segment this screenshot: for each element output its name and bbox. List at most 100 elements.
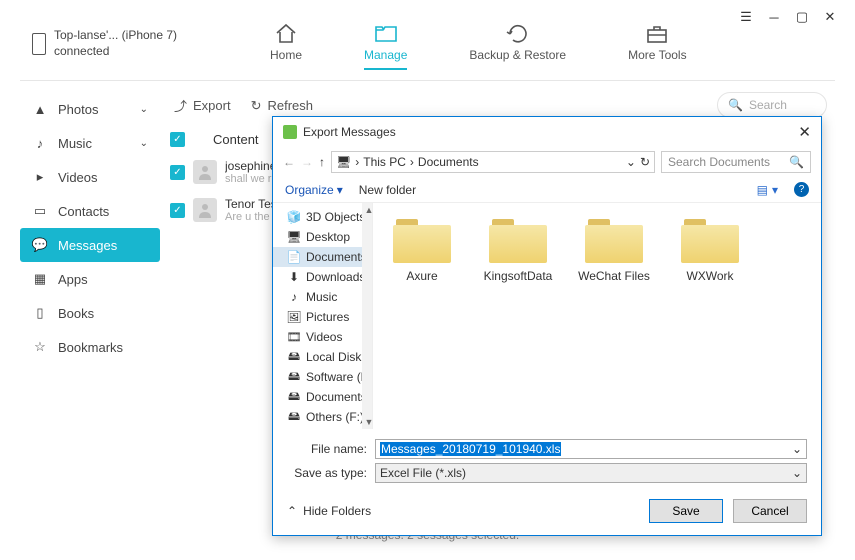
bookmarks-icon: ☆ (32, 339, 48, 355)
filename-label: File name: (287, 442, 367, 456)
filename-input[interactable]: Messages_20180719_101940.xls⌄ (375, 439, 807, 459)
tree-item[interactable]: 🎞Videos (273, 327, 372, 347)
tree-item[interactable]: ⬇Downloads (273, 267, 372, 287)
dialog-close-button[interactable]: ✕ (798, 123, 811, 141)
drive-icon: 🖴 (287, 390, 301, 404)
close-button[interactable]: ✕ (823, 10, 837, 24)
folder-item[interactable]: WeChat Files (575, 219, 653, 283)
device-name: Top-lanse'... (iPhone 7) (54, 28, 177, 44)
dialog-nav: ← → ↑ 🖥 › This PC › Documents ⌄ ↻ Search… (273, 147, 821, 177)
sidebar-item-messages[interactable]: 💬Messages (20, 228, 160, 262)
nav-label: Home (270, 48, 302, 62)
sidebar-item-apps[interactable]: ▦Apps (20, 262, 160, 296)
savetype-select[interactable]: Excel File (*.xls)⌄ (375, 463, 807, 483)
nav-tools[interactable]: More Tools (628, 22, 686, 70)
music-icon: ♪ (32, 135, 48, 151)
maximize-button[interactable]: ▢ (795, 10, 809, 24)
tree-item[interactable]: 🖴Documents (E:) (273, 387, 372, 407)
folder-item[interactable]: Axure (383, 219, 461, 283)
view-options-button[interactable]: ▤ ▾ (757, 183, 778, 197)
sidebar-item-photos[interactable]: ▲Photos⌄ (20, 92, 160, 126)
top-nav: Home Manage Backup & Restore More Tools (270, 22, 687, 70)
nav-forward-button[interactable]: → (301, 155, 313, 169)
nav-label: Backup & Restore (469, 48, 566, 62)
contacts-icon: ▭ (32, 203, 48, 219)
downloads-icon: ⬇ (287, 270, 301, 284)
books-icon: ▯ (32, 305, 48, 321)
chevron-down-icon[interactable]: ⌄ (792, 442, 802, 456)
sidebar-item-music[interactable]: ♪Music⌄ (20, 126, 160, 160)
tree-item[interactable]: ♪Music (273, 287, 372, 307)
new-folder-button[interactable]: New folder (359, 183, 416, 197)
device-status: connected (54, 44, 177, 60)
dialog-titlebar: Export Messages ✕ (273, 117, 821, 147)
row-checkbox[interactable]: ✓ (170, 165, 185, 180)
tree-item[interactable]: 🧊3D Objects (273, 207, 372, 227)
tree-item[interactable]: 🖴Local Disk (C:) (273, 347, 372, 367)
tree-item[interactable]: 🖥Desktop (273, 227, 372, 247)
address-refresh[interactable]: ↻ (640, 155, 650, 169)
tree-scrollbar[interactable]: ▲▼ (362, 203, 373, 429)
sidebar: ▲Photos⌄ ♪Music⌄ ▸Videos ▭Contacts 💬Mess… (20, 92, 160, 364)
breadcrumb-item[interactable]: Documents (418, 155, 479, 169)
tree-item[interactable]: 🖼Pictures (273, 307, 372, 327)
avatar (193, 160, 217, 184)
3d-icon: 🧊 (287, 210, 301, 224)
sender-name: Tenor Tes (225, 197, 277, 211)
address-dropdown[interactable]: ⌄ (626, 155, 636, 169)
folder-tree[interactable]: 🧊3D Objects 🖥Desktop 📄Documents ⬇Downloa… (273, 203, 373, 429)
chevron-up-icon: ⌃ (287, 504, 297, 518)
folder-icon (489, 219, 547, 263)
help-icon[interactable]: ? (794, 182, 809, 197)
folder-item[interactable]: WXWork (671, 219, 749, 283)
folder-icon (681, 219, 739, 263)
tree-item[interactable]: 🖴Software (D:) (273, 367, 372, 387)
toolbox-icon (645, 22, 669, 44)
divider (20, 80, 835, 81)
folder-icon (393, 219, 451, 263)
menu-icon[interactable]: ☰ (739, 10, 753, 24)
address-bar[interactable]: 🖥 › This PC › Documents ⌄ ↻ (331, 151, 655, 173)
nav-manage[interactable]: Manage (364, 22, 407, 70)
savetype-label: Save as type: (287, 466, 367, 480)
manage-icon (373, 22, 399, 44)
nav-up-button[interactable]: ↑ (319, 155, 325, 169)
avatar (193, 198, 217, 222)
nav-home[interactable]: Home (270, 22, 302, 70)
sidebar-item-contacts[interactable]: ▭Contacts (20, 194, 160, 228)
nav-backup[interactable]: Backup & Restore (469, 22, 566, 70)
sidebar-item-books[interactable]: ▯Books (20, 296, 160, 330)
chevron-down-icon: ⌄ (140, 104, 148, 115)
breadcrumb-sep: › (410, 155, 414, 169)
drive-icon: 🖴 (287, 410, 301, 424)
row-checkbox[interactable]: ✓ (170, 203, 185, 218)
hide-folders-button[interactable]: ⌃Hide Folders (287, 504, 371, 518)
select-all-checkbox[interactable]: ✓ (170, 132, 185, 147)
folder-pane[interactable]: Axure KingsoftData WeChat Files WXWork (373, 203, 821, 429)
chevron-down-icon: ▾ (337, 183, 343, 197)
dialog-search-input[interactable]: Search Documents🔍 (661, 151, 811, 173)
nav-back-button[interactable]: ← (283, 155, 295, 169)
export-icon: ⤴ (174, 96, 187, 115)
tree-item[interactable]: 🖴Others (F:) (273, 407, 372, 427)
breadcrumb-sep: › (355, 155, 359, 169)
sidebar-item-bookmarks[interactable]: ☆Bookmarks (20, 330, 160, 364)
organize-button[interactable]: Organize ▾ (285, 183, 343, 197)
videos-icon: ▸ (32, 169, 48, 185)
refresh-button[interactable]: ↻Refresh (251, 98, 313, 114)
minimize-button[interactable]: ─ (767, 10, 781, 24)
sidebar-item-videos[interactable]: ▸Videos (20, 160, 160, 194)
save-button[interactable]: Save (649, 499, 723, 523)
search-input[interactable]: 🔍Search (717, 92, 827, 118)
column-header: Content (213, 132, 259, 147)
videos-lib-icon: 🎞 (287, 330, 301, 344)
message-preview: Are u the (225, 211, 277, 223)
folder-item[interactable]: KingsoftData (479, 219, 557, 283)
chevron-down-icon[interactable]: ⌄ (792, 466, 802, 480)
apps-icon: ▦ (32, 271, 48, 287)
folder-icon (585, 219, 643, 263)
tree-item[interactable]: 📄Documents (273, 247, 372, 267)
breadcrumb-item[interactable]: This PC (363, 155, 406, 169)
cancel-button[interactable]: Cancel (733, 499, 807, 523)
export-button[interactable]: ⤴Export (174, 96, 231, 115)
